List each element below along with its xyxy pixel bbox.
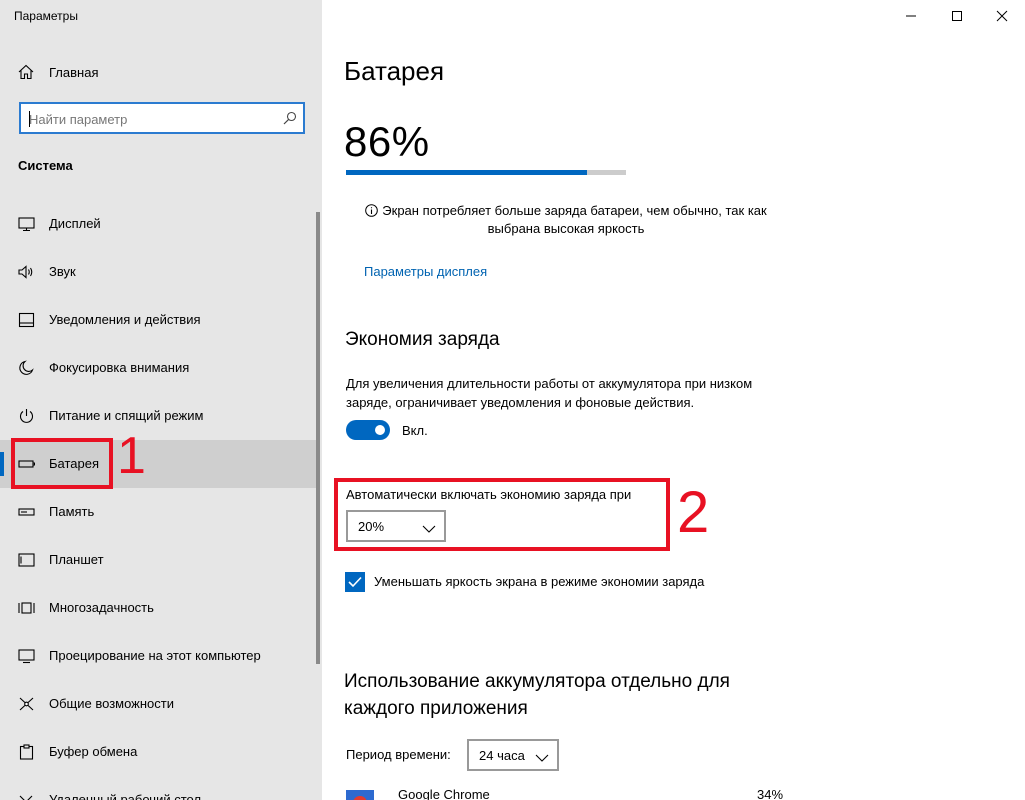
dropdown-value: 20% bbox=[358, 519, 385, 534]
home-nav-item[interactable]: Главная bbox=[0, 56, 322, 88]
page-title: Батарея bbox=[344, 56, 445, 86]
sidebar-item-multitasking[interactable]: Многозадачность bbox=[0, 584, 318, 632]
toggle-knob bbox=[375, 425, 385, 435]
brightness-note-text: Экран потребляет больше заряда батареи, … bbox=[382, 203, 767, 236]
window-title: Параметры bbox=[14, 9, 78, 23]
annotation-number-2: 2 bbox=[677, 480, 710, 545]
sidebar-item-projecting[interactable]: Проецирование на этот компьютер bbox=[0, 632, 318, 680]
display-icon bbox=[18, 216, 35, 232]
power-icon bbox=[18, 408, 35, 424]
moon-icon bbox=[18, 360, 35, 376]
sidebar-item-label: Фокусировка внимания bbox=[49, 360, 190, 375]
sidebar-item-label: Уведомления и действия bbox=[49, 312, 201, 327]
battery-saver-description: Для увеличения длительности работы от ак… bbox=[346, 376, 753, 410]
brightness-note: Экран потребляет больше заряда батареи, … bbox=[346, 202, 786, 238]
sidebar-item-remote-desktop[interactable]: Удаленный рабочий стол bbox=[0, 776, 318, 800]
sidebar-item-notifications[interactable]: Уведомления и действия bbox=[0, 296, 318, 344]
time-period-label: Период времени: bbox=[346, 747, 451, 762]
shared-experiences-icon bbox=[18, 696, 35, 712]
sidebar-item-label: Проецирование на этот компьютер bbox=[49, 648, 261, 663]
sidebar-item-sound[interactable]: Звук bbox=[0, 248, 318, 296]
annotation-box-1 bbox=[11, 438, 113, 489]
app-usage-heading: Использование аккумулятора отдельно для … bbox=[344, 671, 730, 719]
sidebar-item-label: Планшет bbox=[49, 552, 104, 567]
sidebar-item-label: Дисплей bbox=[49, 216, 101, 231]
sidebar-item-display[interactable]: Дисплей bbox=[0, 200, 318, 248]
close-icon bbox=[996, 10, 1008, 22]
speaker-icon bbox=[18, 264, 35, 280]
minimize-button[interactable] bbox=[888, 0, 934, 32]
storage-icon bbox=[18, 504, 35, 520]
sidebar-item-label: Общие возможности bbox=[49, 696, 175, 711]
search-box[interactable] bbox=[19, 102, 305, 134]
app-usage-row[interactable]: Google Chrome 34% bbox=[346, 786, 786, 800]
sidebar-item-focus-assist[interactable]: Фокусировка внимания bbox=[0, 344, 318, 392]
home-label: Главная bbox=[49, 65, 99, 80]
sidebar-item-label: Многозадачность bbox=[49, 600, 154, 615]
checkmark-icon bbox=[348, 576, 362, 588]
minimize-icon bbox=[906, 15, 916, 17]
chevron-down-icon bbox=[535, 750, 549, 762]
tablet-icon bbox=[18, 552, 35, 568]
projecting-icon bbox=[18, 648, 35, 664]
sidebar: Параметры Главная Система Дисплей Звук У… bbox=[0, 0, 322, 800]
remote-desktop-icon bbox=[18, 792, 35, 800]
section-title: Система bbox=[18, 158, 73, 173]
auto-saver-threshold-dropdown[interactable]: 20% bbox=[346, 510, 446, 542]
text-caret bbox=[29, 111, 30, 127]
time-period-dropdown[interactable]: 24 часа bbox=[467, 739, 559, 771]
sidebar-item-power-sleep[interactable]: Питание и спящий режим bbox=[0, 392, 318, 440]
sidebar-item-clipboard[interactable]: Буфер обмена bbox=[0, 728, 318, 776]
info-icon bbox=[365, 204, 379, 217]
toggle-label: Вкл. bbox=[402, 423, 428, 438]
notifications-icon bbox=[18, 312, 35, 328]
dropdown-value: 24 часа bbox=[479, 748, 525, 763]
maximize-icon bbox=[952, 11, 962, 21]
sidebar-item-label: Память bbox=[49, 504, 95, 519]
sidebar-item-label: Звук bbox=[49, 264, 76, 279]
sidebar-item-storage[interactable]: Память bbox=[0, 488, 318, 536]
battery-level-fill bbox=[346, 170, 587, 175]
battery-level-bar bbox=[346, 170, 626, 175]
auto-saver-label: Автоматически включать экономию заряда п… bbox=[346, 487, 632, 502]
close-button[interactable] bbox=[979, 0, 1025, 32]
app-percent: 34% bbox=[757, 787, 784, 800]
multitasking-icon bbox=[18, 600, 35, 616]
lower-brightness-checkbox[interactable] bbox=[345, 572, 365, 592]
sidebar-scrollbar[interactable] bbox=[316, 212, 320, 664]
lower-brightness-label: Уменьшать яркость экрана в режиме эконом… bbox=[374, 574, 705, 589]
battery-saver-heading: Экономия заряда bbox=[345, 329, 500, 350]
sidebar-item-label: Питание и спящий режим bbox=[49, 408, 204, 423]
clipboard-icon bbox=[18, 744, 35, 760]
chevron-down-icon bbox=[422, 521, 436, 533]
battery-saver-toggle[interactable] bbox=[346, 420, 390, 440]
maximize-button[interactable] bbox=[934, 0, 980, 32]
app-name: Google Chrome bbox=[398, 787, 490, 800]
home-icon bbox=[18, 64, 34, 80]
sidebar-item-label: Буфер обмена bbox=[49, 744, 138, 759]
active-indicator bbox=[0, 452, 4, 476]
search-input[interactable] bbox=[29, 110, 279, 128]
battery-percent: 86% bbox=[344, 118, 430, 165]
sidebar-item-tablet[interactable]: Планшет bbox=[0, 536, 318, 584]
search-icon[interactable] bbox=[283, 111, 297, 125]
display-settings-link[interactable]: Параметры дисплея bbox=[364, 264, 487, 279]
annotation-number-1: 1 bbox=[117, 427, 146, 485]
sidebar-item-shared-experiences[interactable]: Общие возможности bbox=[0, 680, 318, 728]
sidebar-item-label: Удаленный рабочий стол bbox=[49, 792, 202, 800]
chrome-icon bbox=[346, 790, 374, 800]
